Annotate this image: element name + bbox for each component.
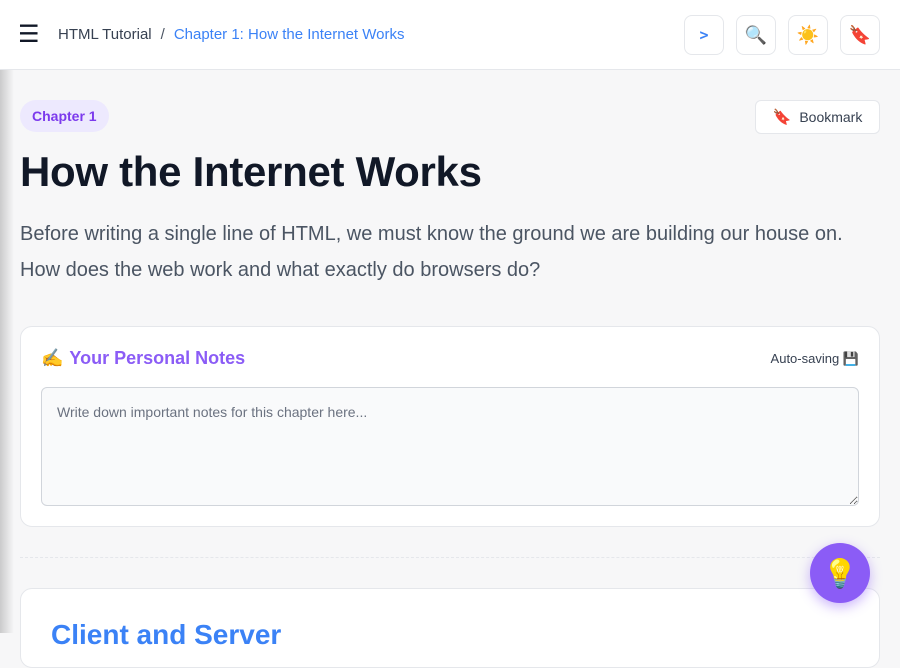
bookmark-button[interactable]: 🔖 Bookmark	[755, 100, 880, 134]
bookmark-icon: 🔖	[848, 24, 872, 45]
notes-card: ✍️ Your Personal Notes Auto-saving 💾	[20, 326, 880, 527]
section-card-client-server: Client and Server	[20, 588, 880, 668]
autosave-status: Auto-saving 💾	[770, 351, 859, 366]
section-divider	[20, 557, 880, 558]
theme-toggle-button[interactable]: ☀️	[788, 15, 828, 55]
bookmark-label: Bookmark	[799, 109, 863, 125]
notes-textarea[interactable]	[41, 387, 859, 506]
breadcrumb-root-link[interactable]: HTML Tutorial	[58, 25, 152, 45]
bookmark-icon: 🔖	[772, 109, 792, 126]
tips-fab-button[interactable]: 💡	[810, 543, 870, 603]
search-icon: 🔍	[744, 24, 768, 45]
top-bar: ☰ HTML Tutorial / Chapter 1: How the Int…	[0, 0, 900, 70]
sun-icon: ☀️	[796, 24, 820, 45]
chapter-badge: Chapter 1	[20, 100, 109, 132]
notes-heading: ✍️ Your Personal Notes	[41, 348, 245, 369]
breadcrumb: HTML Tutorial / Chapter 1: How the Inter…	[58, 25, 404, 45]
breadcrumb-current: Chapter 1: How the Internet Works	[173, 26, 405, 43]
code-toggle-button[interactable]: >	[684, 15, 724, 55]
chapter-intro: Before writing a single line of HTML, we…	[20, 223, 843, 281]
page-title: How the Internet Works	[20, 148, 482, 195]
breadcrumb-separator: /	[160, 26, 165, 43]
lightbulb-icon: 💡	[822, 557, 858, 589]
notes-title: Your Personal Notes	[69, 348, 246, 368]
search-button[interactable]: 🔍	[736, 15, 776, 55]
writing-hand-icon: ✍️	[41, 348, 64, 368]
section-title: Client and Server	[51, 619, 282, 650]
menu-icon[interactable]: ☰	[18, 22, 44, 48]
bookmarks-button[interactable]: 🔖	[840, 15, 880, 55]
sidebar-shadow	[0, 70, 14, 633]
